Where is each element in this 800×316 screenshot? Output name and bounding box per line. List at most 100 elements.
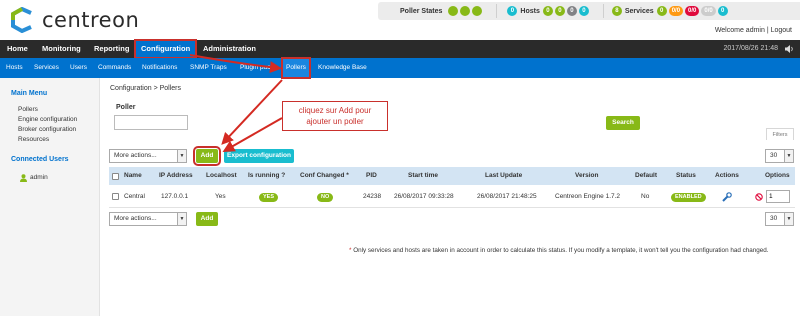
cell-default: No	[641, 193, 650, 200]
callout-line-1: cliquez sur Add pour	[298, 106, 372, 115]
subnav-pollers[interactable]: Pollers	[281, 57, 311, 79]
hosts-pending-count[interactable]: 0	[507, 6, 518, 16]
col-ip-address[interactable]: IP Address	[159, 167, 193, 185]
add-poller-button[interactable]: Add	[193, 146, 221, 166]
col-start-time[interactable]: Start time	[408, 167, 438, 185]
welcome-logout[interactable]: Welcome admin | Logout	[715, 27, 792, 34]
col-options: Options	[765, 172, 790, 179]
hosts-unreachable-count[interactable]: 0	[566, 6, 577, 16]
centreon-logo[interactable]: centreon	[10, 5, 139, 35]
subnav-plugin-pack[interactable]: Plugin pack	[240, 58, 274, 78]
page-size-label: 30	[770, 152, 778, 159]
chevron-down-icon: ▼	[177, 213, 186, 225]
more-actions-label: More actions...	[114, 215, 157, 222]
connected-user-admin[interactable]: admin	[30, 174, 48, 181]
nav-monitoring[interactable]: Monitoring	[42, 40, 81, 58]
col-name[interactable]: Name	[124, 167, 142, 185]
row-checkbox[interactable]	[112, 193, 119, 200]
col-last-update[interactable]: Last Update	[485, 167, 522, 185]
services-ok-total[interactable]: 8	[611, 6, 622, 16]
page-size-select-bottom[interactable]: 30 ▼	[765, 212, 794, 226]
cell-start-time: 26/08/2017 09:33:28	[394, 193, 454, 200]
cell-is-running: YES	[259, 186, 279, 208]
page-size-label: 30	[770, 215, 778, 222]
server-datetime: 2017/08/26 21:48	[723, 45, 779, 52]
services-warning-count[interactable]: 0/0	[668, 6, 684, 16]
footnote-text: Only services and hosts are taken in acc…	[351, 247, 769, 254]
more-actions-select-top[interactable]: More actions... ▼	[109, 149, 187, 163]
col-localhost[interactable]: Localhost	[206, 167, 237, 185]
services-critical-count[interactable]: 0/0	[685, 6, 700, 16]
status-badge: ENABLED	[671, 193, 706, 202]
server-icon[interactable]	[472, 6, 483, 16]
subnav-snmp-traps[interactable]: SNMP Traps	[190, 58, 227, 78]
database-icon[interactable]	[448, 6, 459, 16]
hosts-down-count[interactable]: 0	[554, 6, 565, 16]
conf-changed-badge: NO	[317, 193, 334, 202]
hosts-up-count[interactable]: 0	[542, 6, 553, 16]
services-pending-count[interactable]: 0	[717, 6, 728, 16]
sidebar-item-engine-configuration[interactable]: Engine configuration	[18, 116, 77, 123]
running-badge: YES	[259, 193, 279, 202]
poller-search-input[interactable]	[114, 115, 188, 130]
col-version[interactable]: Version	[575, 167, 598, 185]
hosts-label: Hosts	[520, 7, 540, 15]
services-ok-count[interactable]: 0	[656, 6, 667, 16]
sidebar-item-resources[interactable]: Resources	[18, 136, 49, 143]
nav-home[interactable]: Home	[7, 40, 28, 58]
hosts-pending-count-2[interactable]: 0	[578, 6, 589, 16]
nav-administration[interactable]: Administration	[203, 40, 256, 58]
cell-status: ENABLED	[671, 186, 706, 208]
chevron-down-icon: ▼	[177, 150, 186, 162]
services-label: Services	[624, 7, 654, 15]
cell-ip: 127.0.0.1	[161, 193, 189, 200]
top-header: centreon Poller States 0 Hosts 0 0 0 0 8…	[0, 0, 800, 40]
logo-text: centreon	[42, 8, 140, 32]
subnav-knowledge-base[interactable]: Knowledge Base	[318, 58, 367, 78]
col-is-running[interactable]: Is running ?	[248, 167, 285, 185]
status-footnote: * Only services and hosts are taken in a…	[349, 247, 768, 254]
sidebar-item-pollers[interactable]: Pollers	[18, 106, 38, 113]
nav-reporting[interactable]: Reporting	[94, 40, 129, 58]
nav-configuration[interactable]: Configuration	[133, 39, 198, 59]
wrench-icon[interactable]	[722, 192, 732, 202]
export-configuration-button[interactable]: Export configuration	[224, 149, 294, 163]
user-icon	[20, 174, 27, 182]
col-pid[interactable]: PID	[366, 167, 377, 185]
sidebar-connected-users-title: Connected Users	[11, 156, 69, 163]
add-poller-button-bottom[interactable]: Add	[196, 212, 218, 226]
subnav-users[interactable]: Users	[70, 58, 87, 78]
page-size-select-top[interactable]: 30 ▼	[765, 149, 794, 163]
subnav-services[interactable]: Services	[34, 58, 59, 78]
chevron-down-icon: ▼	[784, 213, 793, 225]
subnav-hosts[interactable]: Hosts	[6, 58, 23, 78]
disable-icon[interactable]	[755, 193, 763, 201]
status-strip: Poller States 0 Hosts 0 0 0 0 8 Services…	[378, 2, 800, 20]
search-button[interactable]: Search	[606, 116, 640, 130]
cell-localhost: Yes	[215, 193, 226, 200]
clock-icon[interactable]	[460, 6, 471, 16]
col-conf-changed[interactable]: Conf Changed *	[300, 167, 349, 185]
main-nav: Home Monitoring Reporting Configuration …	[0, 39, 800, 59]
cell-conf-changed: NO	[317, 186, 334, 208]
more-actions-label: More actions...	[114, 152, 157, 159]
speaker-icon[interactable]	[785, 45, 794, 53]
col-default[interactable]: Default	[635, 167, 657, 185]
sidebar-item-broker-configuration[interactable]: Broker configuration	[18, 126, 76, 133]
cell-name[interactable]: Central	[124, 186, 145, 208]
pollers-table-header: Name IP Address Localhost Is running ? C…	[109, 167, 795, 185]
callout-line-2: ajouter un poller	[306, 117, 364, 126]
select-all-checkbox[interactable]	[112, 173, 119, 180]
poller-states-label: Poller States	[400, 7, 443, 15]
col-status[interactable]: Status	[676, 167, 696, 185]
chevron-down-icon: ▼	[784, 150, 793, 162]
filters-tab[interactable]: Filters	[766, 128, 794, 140]
centreon-logo-icon	[11, 7, 32, 33]
services-unknown-count[interactable]: 0/0	[701, 6, 716, 16]
sub-nav: Hosts Services Users Commands Notificati…	[0, 57, 800, 79]
more-actions-select-bottom[interactable]: More actions... ▼	[109, 212, 187, 226]
subnav-notifications[interactable]: Notifications	[142, 58, 177, 78]
subnav-commands[interactable]: Commands	[98, 58, 131, 78]
duplicate-count-input[interactable]	[766, 190, 790, 203]
table-row[interactable]: Central 127.0.0.1 Yes YES NO 24238 26/08…	[109, 186, 795, 208]
